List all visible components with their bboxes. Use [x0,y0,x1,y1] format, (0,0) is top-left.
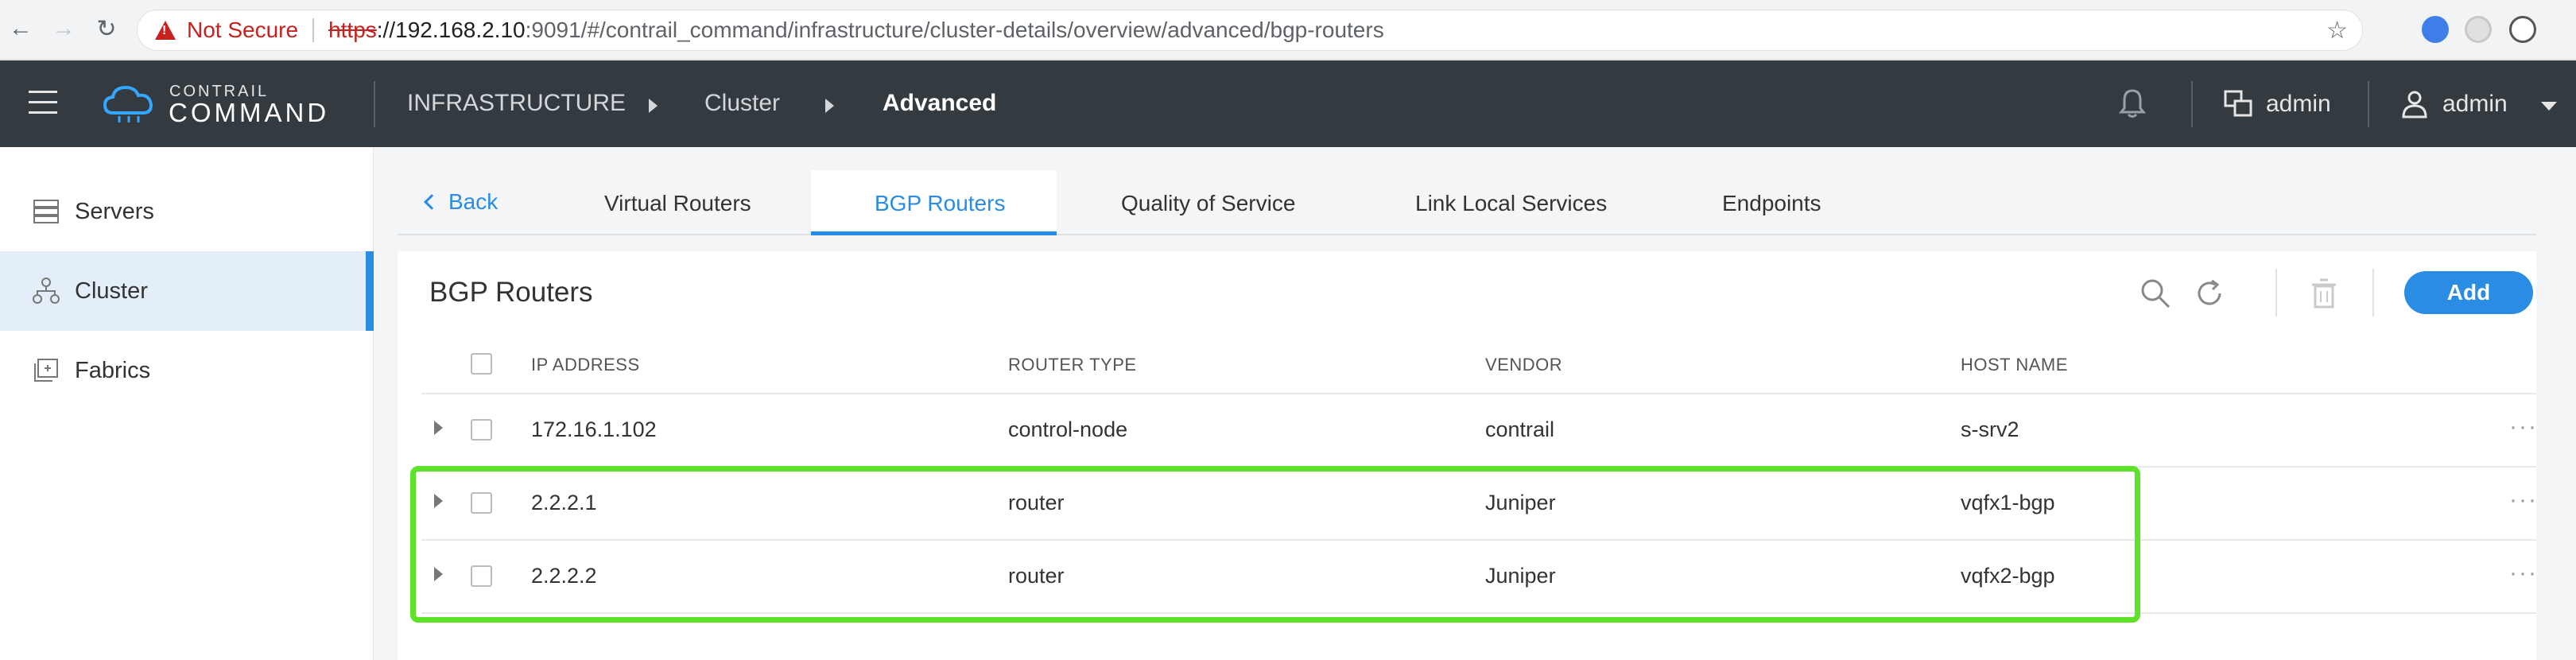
address-divider [312,18,315,42]
toolbar-divider [2275,269,2277,316]
url-scheme: https [328,17,377,42]
url-host: ://192.168.2.10 [376,17,526,42]
sidebar-item-servers[interactable]: Servers [0,172,374,251]
highlight-box [410,466,2140,623]
breadcrumb-arrow-icon [825,99,834,113]
tab-endpoints[interactable]: Endpoints [1722,191,1821,216]
tab-bgp-routers[interactable]: BGP Routers [875,191,1005,216]
cluster-icon [33,278,60,304]
extension-icon[interactable] [2422,16,2449,43]
chevron-down-icon[interactable] [2541,102,2557,111]
sidebar-item-label: Servers [75,198,154,224]
sidebar-item-fabrics[interactable]: Fabrics [0,331,374,410]
breadcrumb-advanced: Advanced [883,90,997,116]
breadcrumb-arrow-icon [649,99,658,113]
notification-bell-icon[interactable] [2118,87,2147,119]
back-arrow-icon[interactable]: ← [6,14,35,43]
url-path: :9091/#/contrail_command/infrastructure/… [525,17,1384,42]
sidebar-item-label: Cluster [75,278,148,304]
browser-toolbar: ← → ↻ Not Secure https://192.168.2.10:90… [0,0,2576,60]
tab-bar: Back Virtual Routers BGP Routers Quality… [398,170,2536,235]
row-checkbox[interactable] [471,419,492,441]
reload-icon[interactable]: ↻ [92,14,121,43]
extension-icon[interactable] [2465,16,2492,43]
breadcrumb-infrastructure[interactable]: INFRASTRUCTURE [407,90,626,117]
tenant-icon [2224,90,2252,117]
bookmark-star-icon[interactable]: ☆ [2326,17,2348,45]
cell-ip-address: 172.16.1.102 [531,417,657,441]
refresh-icon[interactable] [2191,275,2228,312]
row-actions-icon[interactable]: ··· [2509,413,2538,441]
column-header-vendor[interactable]: VENDOR [1485,355,1562,375]
add-button[interactable]: Add [2404,271,2533,314]
tab-virtual-routers[interactable]: Virtual Routers [604,191,751,216]
select-all-checkbox[interactable] [471,353,492,375]
tab-link-local-services[interactable]: Link Local Services [1415,191,1607,216]
sidebar-item-cluster[interactable]: Cluster [0,251,374,331]
header-divider [2191,81,2193,127]
toolbar-divider [2372,269,2374,316]
sidebar: Servers Cluster Fabrics [0,147,374,660]
back-link[interactable]: Back [424,189,499,215]
logo-text-bottom: COMMAND [169,98,330,127]
column-header-router-type[interactable]: ROUTER TYPE [1008,355,1137,375]
breadcrumb-cluster[interactable]: Cluster [704,90,780,117]
row-actions-icon[interactable]: ··· [2509,487,2538,514]
chevron-left-icon [424,194,440,210]
sidebar-item-label: Fabrics [75,357,151,383]
delete-icon[interactable] [2306,275,2342,312]
contrail-logo-icon [103,85,153,122]
app-header: CONTRAIL COMMAND INFRASTRUCTURE Cluster … [0,60,2576,147]
table-divider [421,393,2536,394]
user-menu[interactable]: admin [2442,91,2508,118]
header-divider [374,81,375,127]
row-actions-icon[interactable]: ··· [2509,560,2538,587]
fabrics-icon [34,359,58,382]
extension-icon[interactable] [2509,16,2536,43]
servers-icon [33,200,59,223]
security-label: Not Secure [187,17,299,42]
back-label: Back [448,189,499,214]
column-header-host-name[interactable]: HOST NAME [1961,355,2068,375]
menu-icon[interactable] [29,91,57,115]
cell-router-type: control-node [1008,417,1128,441]
warning-icon [155,21,176,40]
tab-quality-of-service[interactable]: Quality of Service [1121,191,1295,216]
tenant-selector[interactable]: admin [2266,91,2331,118]
expand-row-icon[interactable] [434,421,443,435]
column-header-ip-address[interactable]: IP ADDRESS [531,355,640,375]
search-icon[interactable] [2137,275,2174,312]
user-icon [2402,91,2427,118]
address-bar[interactable]: Not Secure https://192.168.2.10:9091/#/c… [137,10,2363,51]
cell-host-name: s-srv2 [1961,417,2019,441]
forward-arrow-icon[interactable]: → [49,14,78,43]
header-divider [2368,81,2369,127]
cell-vendor: contrail [1485,417,1555,441]
panel-title: BGP Routers [429,277,593,308]
